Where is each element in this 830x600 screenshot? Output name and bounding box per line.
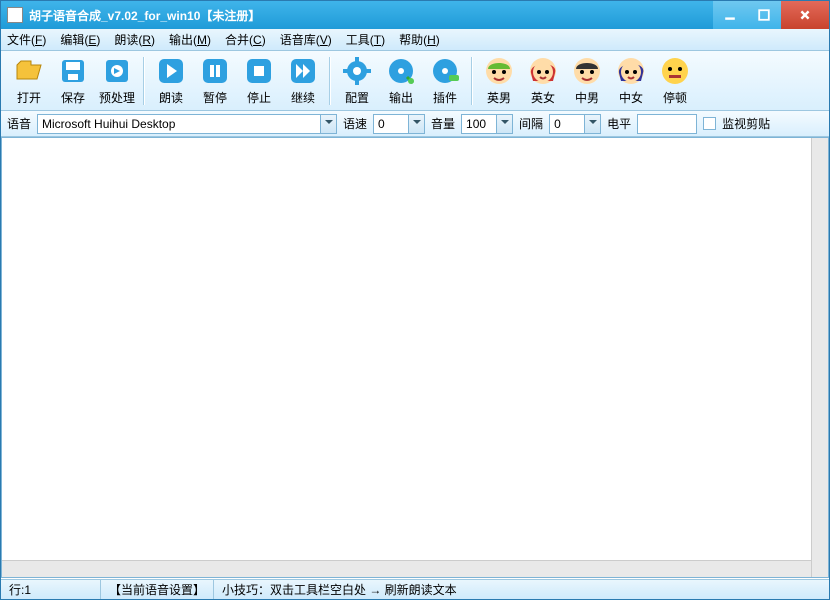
close-button[interactable] [781,1,829,29]
tb-play[interactable]: 朗读 [149,53,193,109]
title-bar: 胡子语音合成_v7.02_for_win10【未注册】 [1,1,829,29]
level-label: 电平 [607,115,631,132]
tb-label: 暂停 [203,89,227,106]
menu-e[interactable]: 编辑(E) [60,31,100,48]
gear-icon [341,55,373,87]
voice-input[interactable] [38,115,320,133]
tb-label: 中男 [575,89,599,106]
tb-label: 停顿 [663,89,687,106]
gap-combo[interactable] [549,114,601,134]
disc-plug-icon [429,55,461,87]
tb-label: 打开 [17,89,41,106]
chevron-down-icon[interactable] [496,115,512,133]
status-tip: 小技巧：双击工具栏空白处 → 刷新朗读文本 [214,580,465,599]
status-line: 行:1 [1,580,101,599]
stop-icon [243,55,275,87]
tb-label: 插件 [433,89,457,106]
tb-disc-out[interactable]: 输出 [379,53,423,109]
speed-combo[interactable] [373,114,425,134]
menu-c[interactable]: 合并(C) [225,31,266,48]
next-icon [287,55,319,87]
chevron-down-icon[interactable] [320,115,336,133]
speed-label: 语速 [343,115,367,132]
tb-label: 中女 [619,89,643,106]
face-m1-icon [483,55,515,87]
tb-label: 输出 [389,89,413,106]
menu-t[interactable]: 工具(T) [346,31,385,48]
volume-combo[interactable] [461,114,513,134]
chevron-down-icon[interactable] [408,115,424,133]
menu-v[interactable]: 语音库(V) [280,31,332,48]
tb-face-f2[interactable]: 中女 [609,53,653,109]
volume-input[interactable] [462,115,496,133]
play-icon [155,55,187,87]
status-setting: 【当前语音设置】 [101,580,214,599]
tb-label: 英女 [531,89,555,106]
tb-next[interactable]: 继续 [281,53,325,109]
tb-face-m1[interactable]: 英男 [477,53,521,109]
tb-label: 保存 [61,89,85,106]
volume-label: 音量 [431,115,455,132]
voice-label: 语音 [7,115,31,132]
app-icon [7,7,23,23]
tb-stop[interactable]: 停止 [237,53,281,109]
tb-label: 继续 [291,89,315,106]
text-editor[interactable] [1,137,829,578]
open-icon [13,55,45,87]
pre-icon [101,55,133,87]
tb-label: 预处理 [99,89,135,106]
speed-input[interactable] [374,115,408,133]
menu-h[interactable]: 帮助(H) [399,31,440,48]
tb-save[interactable]: 保存 [51,53,95,109]
tb-label: 配置 [345,89,369,106]
menu-bar: 文件(F) 编辑(E) 朗读(R) 输出(M) 合并(C) 语音库(V) 工具(T) 帮助(H… [1,29,829,51]
menu-f[interactable]: 文件(F) [7,31,46,48]
tb-disc-plug[interactable]: 插件 [423,53,467,109]
face-m2-icon [571,55,603,87]
menu-m[interactable]: 输出(M) [169,31,211,48]
level-input[interactable] [637,114,697,134]
menu-r[interactable]: 朗读(R) [114,31,155,48]
tb-face-m2[interactable]: 中男 [565,53,609,109]
main-toolbar: 打开 保存预处理 朗读 暂停 停止 继续 配置 输出 插件 英男 英女 中男 中女 停顿 [1,51,829,111]
tb-face-f1[interactable]: 英女 [521,53,565,109]
tb-face-pause[interactable]: 停顿 [653,53,697,109]
face-f2-icon [615,55,647,87]
status-bar: 行:1 【当前语音设置】 小技巧：双击工具栏空白处 → 刷新朗读文本 [1,579,829,599]
pause-icon [199,55,231,87]
tb-pause[interactable]: 暂停 [193,53,237,109]
horizontal-scrollbar[interactable] [2,560,811,577]
tb-open[interactable]: 打开 [7,53,51,109]
tb-gear[interactable]: 配置 [335,53,379,109]
face-pause-icon [659,55,691,87]
vertical-scrollbar[interactable] [811,138,828,577]
monitor-label: 监视剪贴 [722,115,770,132]
tb-label: 停止 [247,89,271,106]
chevron-down-icon[interactable] [584,115,600,133]
disc-out-icon [385,55,417,87]
maximize-button[interactable] [747,1,781,29]
minimize-button[interactable] [713,1,747,29]
window-title: 胡子语音合成_v7.02_for_win10【未注册】 [29,7,713,24]
config-bar: 语音 语速 音量 间隔 电平 监视剪贴 [1,111,829,137]
gap-input[interactable] [550,115,584,133]
tb-label: 英男 [487,89,511,106]
save-icon [57,55,89,87]
monitor-checkbox[interactable] [703,117,716,130]
tb-pre[interactable]: 预处理 [95,53,139,109]
voice-combo[interactable] [37,114,337,134]
gap-label: 间隔 [519,115,543,132]
face-f1-icon [527,55,559,87]
tb-label: 朗读 [159,89,183,106]
